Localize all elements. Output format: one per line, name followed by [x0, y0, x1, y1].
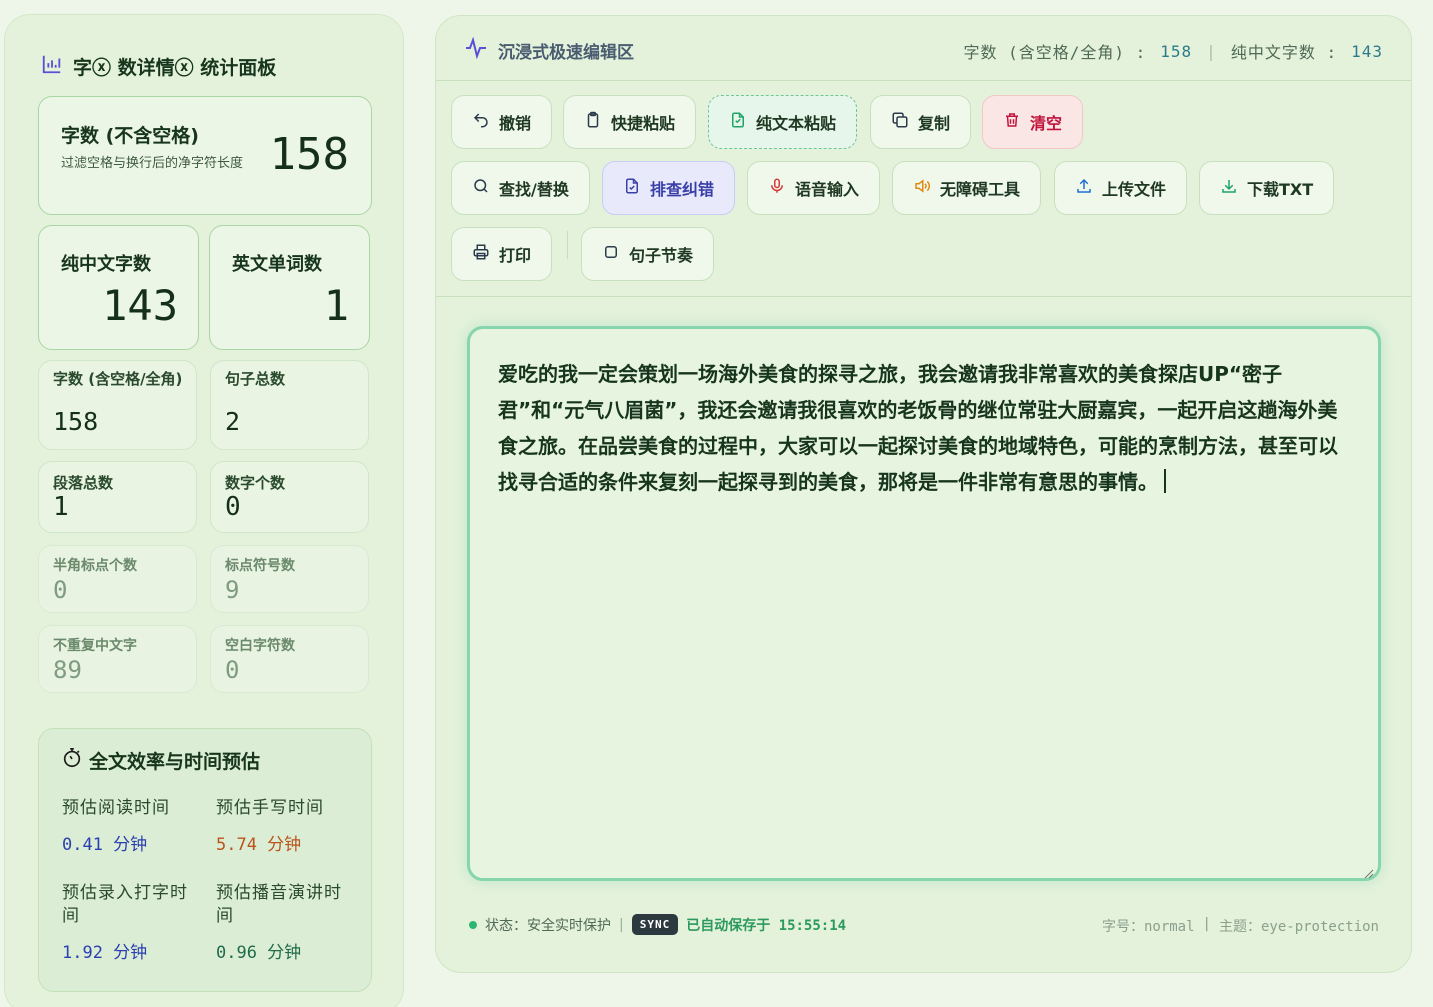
plain-text-paste-button[interactable]: 纯文本粘贴 [708, 95, 858, 149]
digit-count-card: 数字个数 0 [210, 461, 369, 533]
speaker-icon [913, 177, 931, 199]
reading-time: 预估阅读时间 0.41 分钟 [62, 798, 170, 855]
editor-title: 沉浸式极速编辑区 [464, 36, 634, 65]
file-paste-icon [729, 111, 747, 133]
stats-panel: 字ⓧ 数详情ⓧ 统计面板 字数 (不含空格) 过滤空格与换行后的净字符长度 15… [4, 14, 404, 1007]
upload-icon [1075, 177, 1093, 199]
copy-button[interactable]: 复制 [870, 95, 972, 149]
file-check-icon [623, 177, 641, 199]
whitespace-count-card: 空白字符数 0 [210, 625, 369, 693]
sentence-count-card: 句子总数 2 [210, 360, 369, 450]
editor-content[interactable]: 爱吃的我一定会策划一场海外美食的探寻之旅，我会邀请我非常喜欢的美食探店UP“密子… [498, 356, 1356, 500]
efficiency-card: 全文效率与时间预估 预估阅读时间 0.41 分钟 预估手写时间 5.74 分钟 … [38, 728, 372, 992]
font-size-label: 字号：normal [1101, 919, 1195, 935]
upload-file-button[interactable]: 上传文件 [1054, 161, 1188, 215]
editor-toolbar: 撤销 快捷粘贴 纯文本粘贴 复制 清空 查找/替换 排查纠错 语音输入 无障碍工… [436, 81, 1411, 297]
checkbox-icon [602, 243, 620, 265]
find-replace-button[interactable]: 查找/替换 [451, 161, 590, 215]
copy-icon [891, 111, 909, 133]
paragraph-count-card: 段落总数 1 [38, 461, 197, 533]
quick-paste-button[interactable]: 快捷粘贴 [563, 95, 697, 149]
theme-label: 主题：eye-protection [1218, 919, 1379, 935]
typing-time: 预估录入打字时间 1.92 分钟 [62, 883, 188, 963]
activity-icon [464, 36, 488, 65]
print-button[interactable]: 打印 [451, 227, 553, 281]
header-stats: 字数 (含空格/全角) : 158 | 纯中文字数 : 143 [963, 41, 1383, 63]
download-txt-button[interactable]: 下载TXT [1199, 161, 1335, 215]
unique-chinese-card: 不重复中文字 89 [38, 625, 197, 693]
proofread-button[interactable]: 排查纠错 [602, 161, 736, 215]
clipboard-icon [584, 111, 602, 133]
speech-time: 预估播音演讲时间 0.96 分钟 [216, 883, 342, 963]
status-dot-icon [469, 920, 477, 929]
stopwatch-icon [61, 747, 83, 774]
text-editor[interactable]: 爱吃的我一定会策划一场海外美食的探寻之旅，我会邀请我非常喜欢的美食探店UP“密子… [467, 326, 1381, 881]
handwriting-time: 预估手写时间 5.74 分钟 [216, 798, 324, 855]
stats-panel-title: 字ⓧ 数详情ⓧ 统计面板 [41, 53, 276, 80]
search-icon [472, 177, 490, 199]
chinese-char-card: 纯中文字数 143 [38, 225, 199, 350]
clear-button[interactable]: 清空 [982, 95, 1084, 149]
card-subtitle: 过滤空格与换行后的净字符长度 [61, 156, 244, 171]
status-text: 状态：安全实时保护 [485, 917, 611, 934]
trash-icon [1003, 111, 1021, 133]
net-char-count-card: 字数 (不含空格) 过滤空格与换行后的净字符长度 158 [38, 96, 372, 215]
card-label: 字数 (不含空格) [61, 125, 199, 147]
sync-badge: SYNC [631, 914, 679, 935]
download-icon [1220, 177, 1238, 199]
resize-handle-icon[interactable] [1364, 864, 1374, 879]
halfwidth-punct-card: 半角标点个数 0 [38, 545, 197, 613]
full-char-card: 字数 (含空格/全角) 158 [38, 360, 197, 450]
punct-count-card: 标点符号数 9 [210, 545, 369, 613]
sentence-rhythm-toggle[interactable]: 句子节奏 [581, 227, 715, 281]
english-word-card: 英文单词数 1 [209, 225, 370, 350]
accessibility-tools-button[interactable]: 无障碍工具 [892, 161, 1042, 215]
bar-chart-icon [41, 53, 63, 80]
microphone-icon [768, 177, 786, 199]
text-caret [1164, 469, 1166, 493]
undo-icon [472, 111, 490, 133]
undo-button[interactable]: 撤销 [451, 95, 553, 149]
toolbar-divider [567, 231, 568, 259]
card-value: 158 [269, 129, 349, 180]
editor-header: 沉浸式极速编辑区 字数 (含空格/全角) : 158 | 纯中文字数 : 143 [436, 16, 1411, 81]
efficiency-title: 全文效率与时间预估 [61, 747, 260, 774]
autosave-time: 已自动保存于 15:55:14 [686, 917, 847, 934]
printer-icon [472, 243, 490, 265]
editor-footer: 状态：安全实时保护 | SYNC 已自动保存于 15:55:14 字号：norm… [469, 914, 1379, 938]
editor-panel: 沉浸式极速编辑区 字数 (含空格/全角) : 158 | 纯中文字数 : 143… [435, 15, 1412, 973]
voice-input-button[interactable]: 语音输入 [747, 161, 881, 215]
